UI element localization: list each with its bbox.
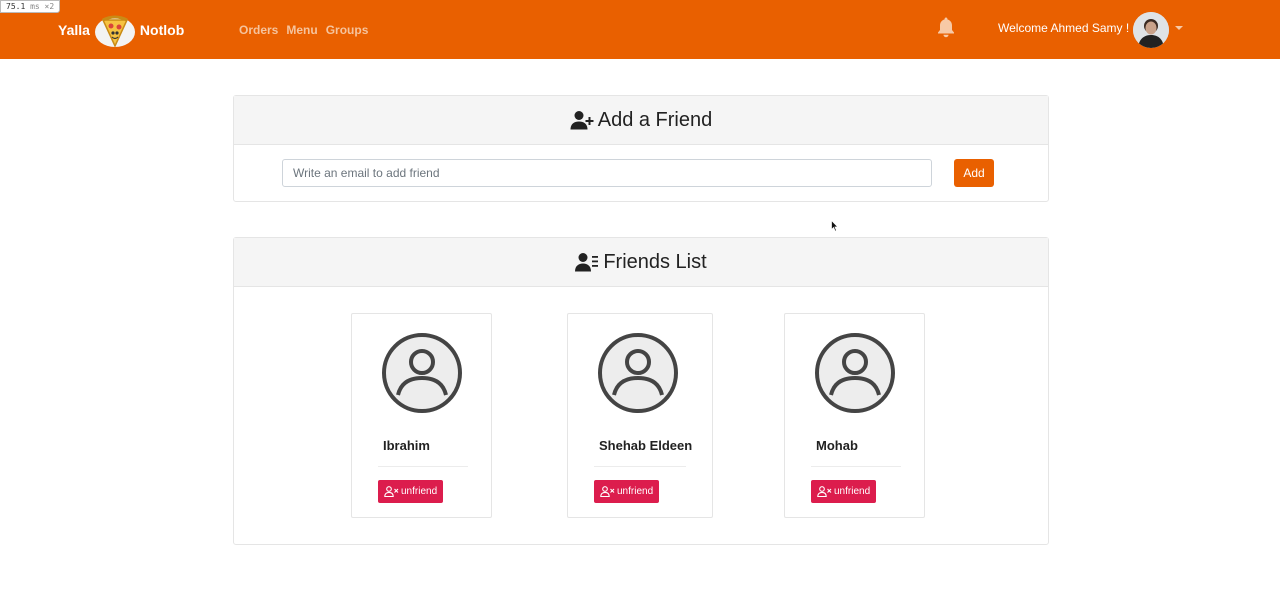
- friend-divider: [811, 466, 901, 467]
- nav-link-orders[interactable]: Orders: [239, 23, 278, 37]
- chevron-down-icon[interactable]: [1175, 26, 1183, 30]
- friend-name: Shehab Eldeen: [599, 438, 693, 453]
- friend-card: Ibrahim unfriend: [351, 313, 492, 518]
- nav-link-groups[interactable]: Groups: [326, 23, 369, 37]
- brand-text-left: Yalla: [58, 21, 90, 38]
- add-friend-header: Add a Friend: [234, 96, 1048, 145]
- user-circle-icon: [382, 333, 462, 413]
- unfriend-label: unfriend: [834, 486, 871, 497]
- user-avatar[interactable]: [1133, 12, 1169, 48]
- frame-time-badge: 75.1 ms ×2: [0, 0, 61, 13]
- user-avatar-image: [1133, 12, 1169, 48]
- add-friend-body: Add: [234, 145, 1048, 202]
- friends-list-header: Friends List: [234, 238, 1048, 287]
- friend-email-input[interactable]: [282, 159, 932, 187]
- brand[interactable]: Yalla Notlob: [58, 0, 184, 59]
- nav-links: Orders Menu Groups: [239, 0, 376, 59]
- user-circle-icon: [815, 333, 895, 413]
- bell-icon[interactable]: [936, 16, 956, 38]
- user-remove-icon: [817, 486, 832, 497]
- unfriend-button[interactable]: unfriend: [811, 480, 877, 503]
- mouse-cursor-icon: [831, 220, 839, 232]
- top-navbar: Yalla Notlob Orders Menu Groups Welcome …: [0, 0, 1280, 59]
- unfriend-button[interactable]: unfriend: [378, 480, 444, 503]
- user-plus-icon: [570, 111, 594, 130]
- welcome-text: Welcome Ahmed Samy !: [998, 21, 1130, 35]
- user-list-icon: [575, 253, 599, 272]
- friend-name: Mohab: [816, 438, 858, 453]
- add-friend-button[interactable]: Add: [954, 159, 994, 187]
- friend-divider: [378, 466, 468, 467]
- unfriend-button[interactable]: unfriend: [594, 480, 660, 503]
- frame-time-value: 75.1: [6, 2, 26, 11]
- unfriend-label: unfriend: [617, 486, 654, 497]
- friend-card: Shehab Eldeen unfriend: [567, 313, 713, 518]
- frame-time-unit: ms ×2: [30, 2, 55, 11]
- add-friend-title: Add a Friend: [597, 108, 713, 131]
- friend-card: Mohab unfriend: [784, 313, 925, 518]
- user-remove-icon: [384, 486, 399, 497]
- user-circle-icon: [598, 333, 678, 413]
- unfriend-label: unfriend: [401, 486, 438, 497]
- user-remove-icon: [600, 486, 615, 497]
- friends-list-title: Friends List: [603, 250, 707, 273]
- add-friend-card: Add a Friend Add: [233, 95, 1049, 202]
- nav-link-menu[interactable]: Menu: [286, 23, 317, 37]
- brand-text-right: Notlob: [139, 21, 185, 38]
- friend-name: Ibrahim: [383, 438, 430, 453]
- friend-divider: [594, 466, 686, 467]
- pizza-logo-icon: [94, 15, 135, 48]
